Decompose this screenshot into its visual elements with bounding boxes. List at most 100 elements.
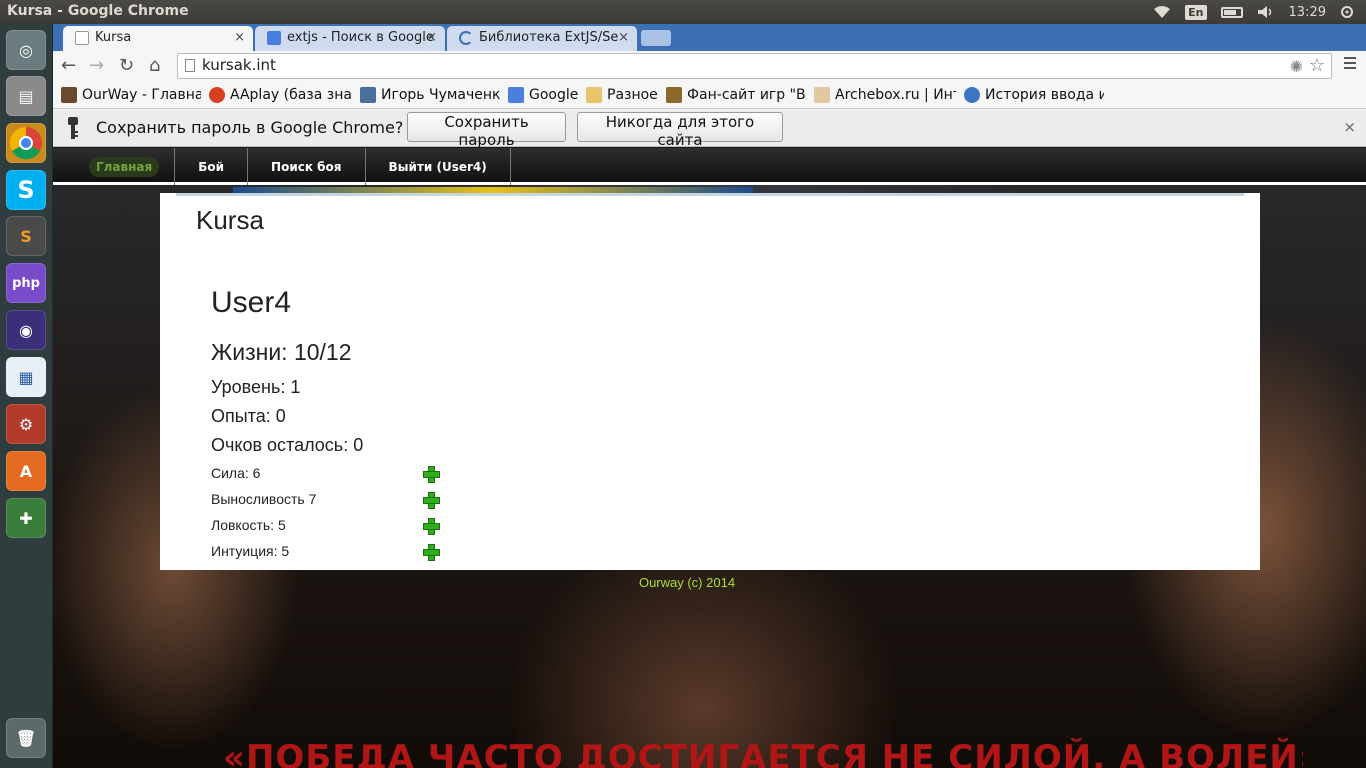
panel-top-border	[176, 193, 1244, 196]
forward-arrow-icon[interactable]: →	[89, 55, 104, 76]
increase-intuition-plus-icon[interactable]	[423, 544, 440, 561]
nav-label: Поиск боя	[271, 159, 342, 174]
files-icon[interactable]: ▤	[6, 76, 46, 116]
google-icon	[508, 87, 524, 103]
attribute-label: Ловкость: 5	[211, 517, 286, 533]
folder-icon	[586, 87, 602, 103]
software-center-icon[interactable]: A	[6, 451, 46, 491]
power-gear-icon[interactable]	[1340, 5, 1354, 19]
url-input[interactable]	[202, 56, 1102, 74]
trash-icon[interactable]: 🗑	[6, 718, 46, 758]
bookmarks-bar: OurWay - Главна AAplay (база знан Игорь …	[53, 82, 1366, 109]
bookmark-item[interactable]: История ввода и в	[964, 87, 1104, 103]
nav-find-fight[interactable]: Поиск боя	[248, 148, 366, 185]
tab-google-search[interactable]: extjs - Поиск в Google ×	[255, 26, 445, 51]
os-top-panel: Kursa - Google Chrome En 13:29	[0, 0, 1366, 24]
archebox-icon	[814, 87, 830, 103]
bookmark-item[interactable]: Archebox.ru | Инте	[814, 87, 956, 103]
fansite-icon	[666, 87, 682, 103]
volume-icon[interactable]	[1257, 5, 1275, 19]
bookmark-label: Разное	[607, 87, 658, 103]
close-tab-icon[interactable]: ×	[234, 30, 245, 45]
bookmark-star-icon[interactable]: ☆	[1309, 55, 1325, 76]
eclipse-icon[interactable]: ◉	[6, 310, 46, 350]
skype-icon[interactable]: S	[6, 170, 46, 210]
points-left-stat: Очков осталось: 0	[211, 435, 364, 455]
close-tab-icon[interactable]: ×	[426, 30, 437, 45]
bookmark-label: Игорь Чумаченко	[381, 87, 500, 103]
bookmark-item[interactable]: Фан-сайт игр "Вой	[666, 87, 806, 103]
site-navigation: Главная Бой Поиск боя Выйти (User4)	[53, 148, 1366, 185]
banner-slogan: «ПОБЕДА ЧАСТО ДОСТИГАЕТСЯ НЕ СИЛОЙ, А ВО…	[223, 738, 1303, 768]
attribute-label: Интуиция: 5	[211, 543, 290, 559]
bookmark-label: История ввода и в	[985, 87, 1104, 103]
tab-extjs-library[interactable]: Библиотека ExtJS/Se ×	[447, 26, 637, 51]
site-footer: Ourway (c) 2014	[638, 575, 736, 590]
globe-icon	[964, 87, 980, 103]
bookmark-item[interactable]: Игорь Чумаченко	[360, 87, 500, 103]
attribute-row-strength: Сила: 6	[211, 465, 441, 485]
address-bar[interactable]: ✺ ☆	[177, 53, 1332, 79]
keyboard-layout-indicator[interactable]: En	[1185, 4, 1207, 20]
home-icon[interactable]: ⌂	[149, 55, 160, 76]
bookmark-label: Archebox.ru | Инте	[835, 87, 956, 103]
bookmark-label: Google	[529, 87, 578, 103]
nav-fight[interactable]: Бой	[175, 148, 249, 185]
launcher: ◎ ▤ S S php ◉ ▦ ⚙ A ✚ 🗑	[0, 24, 53, 768]
increase-strength-plus-icon[interactable]	[423, 466, 440, 483]
bookmark-folder[interactable]: Разное	[586, 87, 658, 103]
vk-icon	[360, 87, 376, 103]
bookmark-item[interactable]: OurWay - Главна	[61, 87, 201, 103]
google-icon	[267, 31, 281, 45]
tab-label: Kursa	[95, 30, 132, 45]
window-title: Kursa - Google Chrome	[7, 3, 189, 19]
clock[interactable]: 13:29	[1289, 5, 1326, 20]
new-tab-button[interactable]	[641, 30, 671, 46]
increase-agility-plus-icon[interactable]	[423, 518, 440, 535]
page-icon	[185, 59, 195, 72]
tab-kursa[interactable]: Kursa ×	[63, 26, 253, 51]
chrome-menu-icon[interactable]	[1344, 57, 1356, 72]
phpstorm-icon[interactable]: php	[6, 263, 46, 303]
ubuntu-dash-icon[interactable]: ◎	[6, 30, 46, 70]
libreoffice-writer-icon[interactable]: ▦	[6, 357, 46, 397]
tab-strip: Kursa × extjs - Поиск в Google × Библиот…	[53, 24, 1366, 51]
level-stat: Уровень: 1	[211, 377, 301, 397]
wifi-icon[interactable]	[1153, 5, 1171, 19]
chrome-icon[interactable]	[6, 123, 46, 163]
back-arrow-icon[interactable]: ←	[61, 55, 76, 76]
tab-label: Библиотека ExtJS/Se	[479, 30, 619, 45]
never-for-site-button[interactable]: Никогда для этого сайта	[577, 112, 783, 149]
save-password-button[interactable]: Сохранить пароль	[407, 112, 566, 149]
sublime-text-icon[interactable]: S	[6, 216, 46, 256]
nav-label: Выйти (User4)	[388, 159, 487, 174]
web-page: Главная Бой Поиск боя Выйти (User4) Kurs…	[53, 148, 1366, 768]
increase-endurance-plus-icon[interactable]	[423, 492, 440, 509]
ourway-icon	[61, 87, 77, 103]
loading-spinner-icon	[459, 31, 473, 45]
playonlinux-icon[interactable]: ✚	[6, 498, 46, 538]
bookmark-label: Фан-сайт игр "Вой	[687, 87, 806, 103]
save-password-infobar: Сохранить пароль в Google Chrome? Сохран…	[53, 109, 1366, 149]
nav-home[interactable]: Главная	[53, 148, 176, 185]
profile-panel: Kursa User4 Жизни: 10/12 Уровень: 1 Опыт…	[160, 193, 1260, 570]
tab-label: extjs - Поиск в Google	[287, 30, 434, 45]
extension-gear-icon[interactable]: ✺	[1290, 57, 1303, 76]
bookmark-item[interactable]: AAplay (база знан	[209, 87, 352, 103]
nav-logout[interactable]: Выйти (User4)	[366, 148, 511, 185]
infobar-message: Сохранить пароль в Google Chrome?	[96, 118, 404, 137]
reload-icon[interactable]: ↻	[119, 55, 134, 76]
bookmark-item[interactable]: Google	[508, 87, 578, 103]
key-icon	[68, 117, 78, 139]
system-settings-icon[interactable]: ⚙	[6, 404, 46, 444]
close-icon[interactable]: ×	[1343, 118, 1356, 136]
user-name-heading: User4	[211, 286, 292, 319]
close-tab-icon[interactable]: ×	[618, 30, 629, 45]
browser-toolbar: ← → ↻ ⌂ ✺ ☆	[53, 51, 1366, 82]
site-title: Kursa	[196, 205, 264, 235]
health-points: Жизни: 10/12	[211, 339, 352, 365]
nav-label: Главная	[89, 156, 160, 177]
attribute-row-intuition: Интуиция: 5	[211, 543, 441, 563]
battery-icon[interactable]	[1220, 6, 1243, 18]
indicator-area: En 13:29	[1153, 0, 1366, 24]
